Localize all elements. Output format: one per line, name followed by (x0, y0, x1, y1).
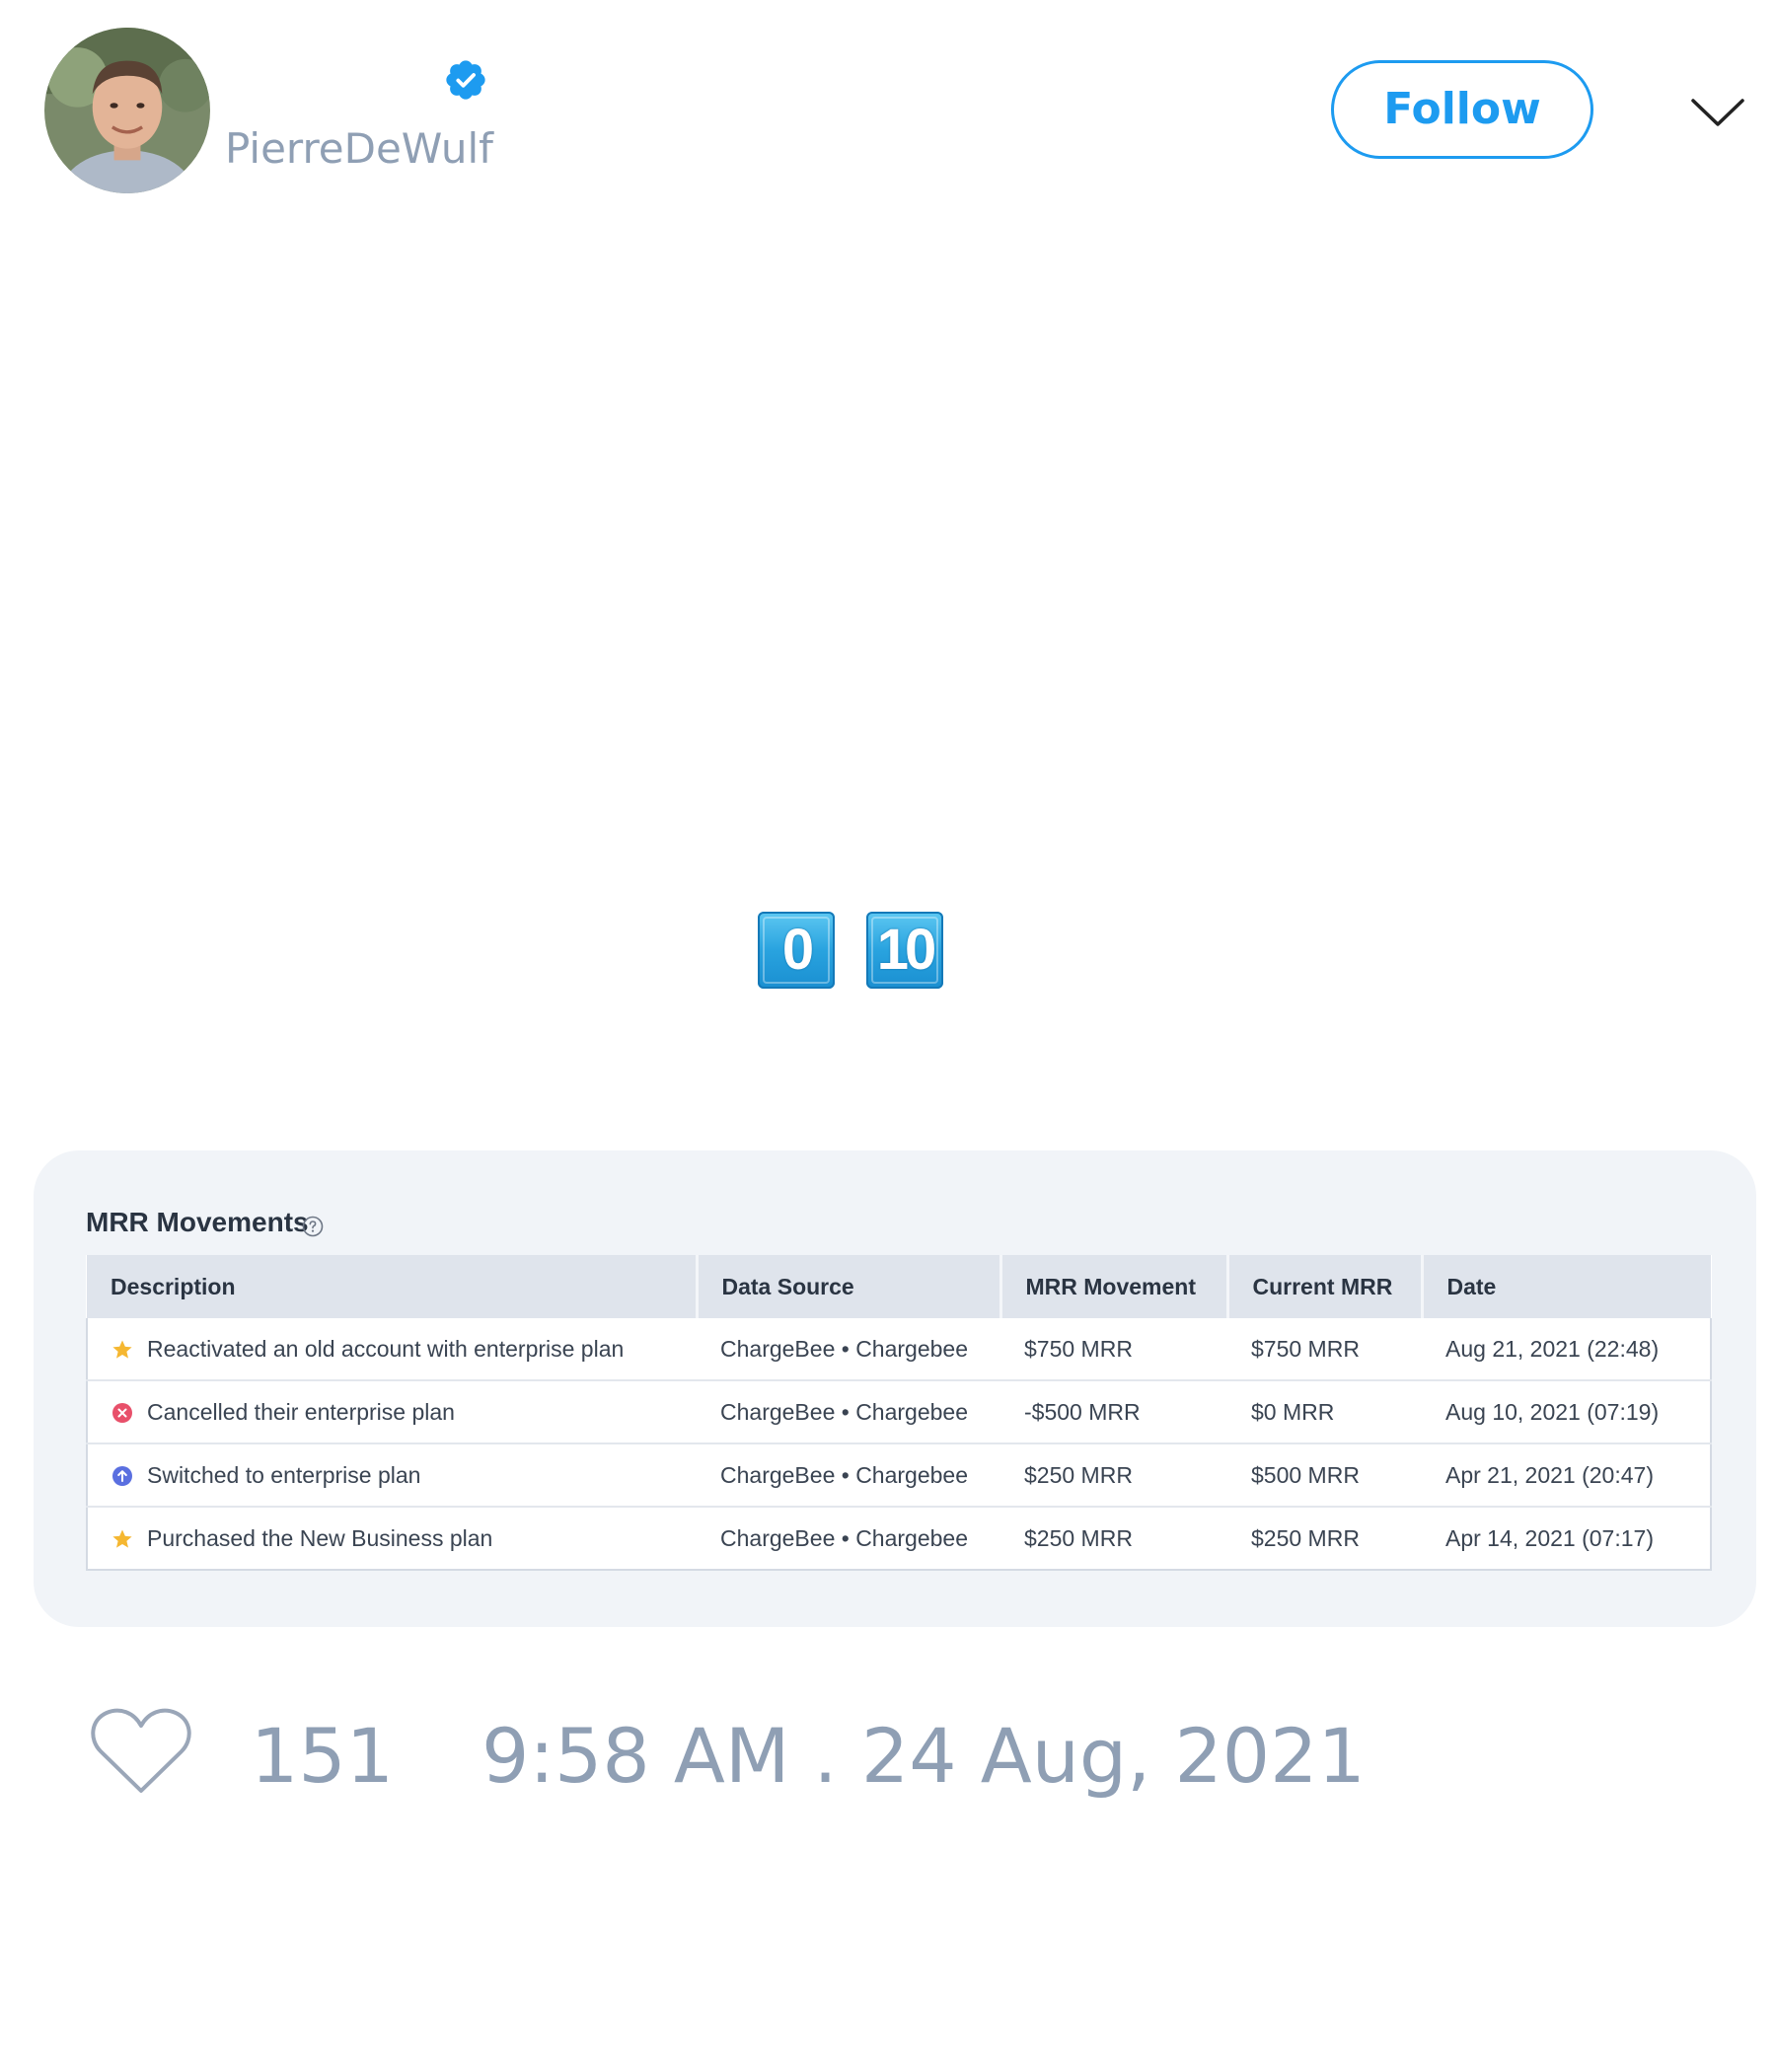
follow-button[interactable]: Follow (1331, 60, 1593, 159)
column-header-data-source: Data Source (697, 1255, 1002, 1318)
avatar[interactable] (44, 28, 210, 193)
description-text: Reactivated an old account with enterpri… (147, 1335, 625, 1362)
date-cell: Aug 21, 2021 (22:48) (1422, 1318, 1712, 1381)
avatar-photo (44, 28, 210, 193)
mrr-movement-cell: $250 MRR (1000, 1507, 1227, 1571)
table-row: Cancelled their enterprise plan ChargeBe… (86, 1380, 1712, 1444)
table-header-row: Description Data Source MRR Movement Cur… (87, 1255, 1711, 1318)
upgrade-arrow-icon (112, 1465, 132, 1486)
mrr-movement-cell: $750 MRR (1000, 1318, 1227, 1381)
keycap-zero-emoji: 0 (758, 912, 835, 989)
star-icon (112, 1340, 132, 1359)
current-mrr-cell: $0 MRR (1227, 1380, 1422, 1444)
description-cell: Switched to enterprise plan (86, 1443, 697, 1508)
cancel-x-icon (112, 1402, 132, 1423)
current-mrr-cell: $750 MRR (1227, 1318, 1422, 1381)
data-source-cell: ChargeBee • Chargebee (697, 1380, 1000, 1444)
column-header-current-mrr: Current MRR (1227, 1255, 1424, 1318)
table-row: Reactivated an old account with enterpri… (86, 1318, 1712, 1381)
chevron-down-icon[interactable] (1687, 87, 1748, 134)
data-source-cell: ChargeBee • Chargebee (697, 1318, 1000, 1381)
description-text: Switched to enterprise plan (147, 1461, 421, 1488)
column-header-mrr-movement: MRR Movement (1000, 1255, 1229, 1318)
current-mrr-cell: $500 MRR (1227, 1443, 1422, 1508)
current-mrr-cell: $250 MRR (1227, 1507, 1422, 1571)
data-source-cell: ChargeBee • Chargebee (697, 1443, 1000, 1508)
username[interactable]: PierreDeWulf (225, 124, 493, 174)
keycap-ten-emoji: 10 (866, 912, 943, 989)
table-row: Purchased the New Business plan ChargeBe… (86, 1507, 1712, 1571)
description-cell: Reactivated an old account with enterpri… (86, 1318, 697, 1381)
description-cell: Purchased the New Business plan (86, 1507, 697, 1571)
mrr-movement-cell: $250 MRR (1000, 1443, 1227, 1508)
mrr-movements-table: Description Data Source MRR Movement Cur… (86, 1255, 1712, 1571)
description-cell: Cancelled their enterprise plan (86, 1380, 697, 1444)
like-count: 151 (251, 1712, 395, 1800)
description-text: Cancelled their enterprise plan (147, 1398, 455, 1425)
column-header-date: Date (1422, 1255, 1711, 1318)
verified-badge-icon (446, 60, 485, 100)
date-cell: Aug 10, 2021 (07:19) (1422, 1380, 1712, 1444)
help-icon (302, 1216, 324, 1237)
date-cell: Apr 14, 2021 (07:17) (1422, 1507, 1712, 1571)
data-source-cell: ChargeBee • Chargebee (697, 1507, 1000, 1571)
table-row: Switched to enterprise plan ChargeBee • … (86, 1443, 1712, 1508)
tweet-timestamp[interactable]: 9:58 AM . 24 Aug, 2021 (481, 1712, 1366, 1801)
date-cell: Apr 21, 2021 (20:47) (1422, 1443, 1712, 1508)
column-header-description: Description (87, 1255, 699, 1318)
like-heart-icon[interactable] (89, 1704, 193, 1799)
description-text: Purchased the New Business plan (147, 1524, 493, 1551)
star-icon (112, 1529, 132, 1548)
mrr-movement-cell: -$500 MRR (1000, 1380, 1227, 1444)
card-title: MRR Movements (86, 1207, 309, 1237)
